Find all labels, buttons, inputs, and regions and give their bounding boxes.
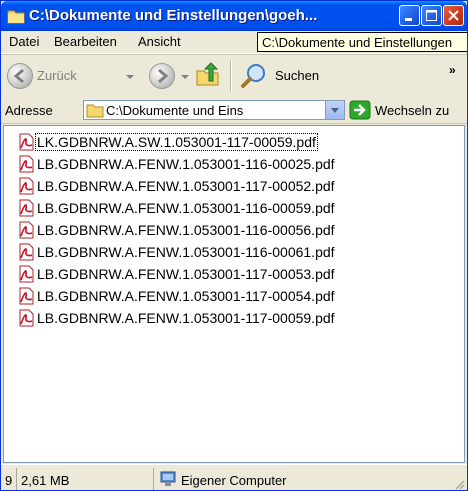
folder-icon: [86, 104, 104, 118]
toolbar-separator: [230, 61, 232, 91]
pdf-file-icon: [19, 155, 34, 173]
pdf-file-icon: [19, 287, 34, 305]
address-dropdown-button[interactable]: [325, 101, 344, 119]
pdf-file-icon: [19, 309, 34, 327]
menu-edit[interactable]: Bearbeiten: [54, 34, 117, 49]
minimize-icon: [405, 18, 412, 21]
forward-arrow-icon: [158, 68, 169, 84]
address-tooltip: C:\Dokumente und Einstellungen: [257, 32, 467, 52]
folder-icon: [7, 10, 25, 24]
search-icon[interactable]: [239, 61, 269, 91]
address-label: Adresse: [5, 103, 53, 118]
pdf-file-icon: [19, 243, 34, 261]
file-name: LB.GDBNRW.A.FENW.1.053001-116-00061.pdf: [37, 244, 335, 260]
pdf-file-icon: [19, 133, 34, 151]
address-field[interactable]: C:\Dokumente und Eins: [83, 100, 345, 120]
file-name: LB.GDBNRW.A.FENW.1.053001-116-00056.pdf: [37, 222, 335, 238]
status-count: 9: [5, 473, 13, 488]
toolbar: Zurück Suchen »: [1, 54, 467, 98]
pdf-file-icon: [19, 221, 34, 239]
back-arrow-icon: [13, 68, 24, 84]
status-size: 2,61 MB: [21, 473, 70, 488]
close-button[interactable]: [443, 5, 464, 26]
status-bar: 9 2,61 MB Eigener Computer: [1, 464, 467, 490]
search-label[interactable]: Suchen: [275, 68, 319, 83]
maximize-button[interactable]: [421, 5, 442, 26]
close-icon: [448, 10, 459, 21]
status-divider: [153, 468, 154, 490]
toolbar-chevron[interactable]: »: [449, 63, 456, 77]
go-label[interactable]: Wechseln zu: [375, 103, 449, 118]
menu-view[interactable]: Ansicht: [138, 34, 181, 49]
pdf-file-icon: [19, 199, 34, 217]
file-name: LB.GDBNRW.A.FENW.1.053001-116-00025.pdf: [37, 156, 335, 172]
file-name: LB.GDBNRW.A.FENW.1.053001-117-00052.pdf: [37, 178, 335, 194]
menu-file[interactable]: Datei: [9, 34, 39, 49]
status-location: Eigener Computer: [181, 473, 287, 488]
window-title: C:\Dokumente und Einstellungen\goeh...: [29, 7, 318, 24]
my-computer-icon: [160, 471, 176, 486]
go-arrow-icon[interactable]: [349, 100, 371, 120]
address-bar: Adresse C:\Dokumente und Eins Wechseln z…: [1, 97, 467, 124]
file-name: LK.GDBNRW.A.SW.1.053001-117-00059.pdf: [35, 133, 318, 151]
file-name: LB.GDBNRW.A.FENW.1.053001-117-00054.pdf: [37, 288, 335, 304]
maximize-icon: [426, 10, 437, 21]
back-dropdown-icon[interactable]: [126, 75, 134, 79]
resize-grip-icon[interactable]: [453, 478, 465, 490]
explorer-window: C:\Dokumente und Einstellungen\goeh... D…: [0, 0, 468, 491]
file-name: LB.GDBNRW.A.FENW.1.053001-116-00059.pdf: [37, 200, 335, 216]
pdf-file-icon: [19, 177, 34, 195]
minimize-button[interactable]: [399, 5, 420, 26]
back-button[interactable]: [7, 63, 33, 89]
folder-up-icon[interactable]: [194, 61, 222, 89]
pdf-file-icon: [19, 265, 34, 283]
back-label[interactable]: Zurück: [37, 68, 77, 83]
forward-button[interactable]: [149, 63, 175, 89]
forward-dropdown-icon[interactable]: [181, 75, 189, 79]
status-divider: [16, 468, 17, 490]
file-list[interactable]: LK.GDBNRW.A.SW.1.053001-117-00059.pdf LB.…: [3, 125, 465, 463]
file-name: LB.GDBNRW.A.FENW.1.053001-117-00059.pdf: [37, 310, 335, 326]
file-name: LB.GDBNRW.A.FENW.1.053001-117-00053.pdf: [37, 266, 335, 282]
address-value: C:\Dokumente und Eins: [106, 103, 244, 118]
title-bar[interactable]: C:\Dokumente und Einstellungen\goeh...: [1, 1, 467, 31]
